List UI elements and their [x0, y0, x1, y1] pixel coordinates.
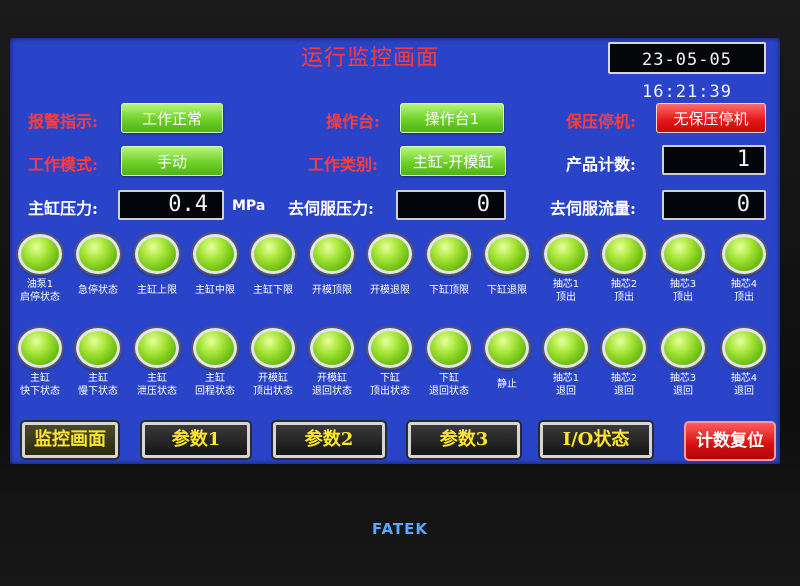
status-lamp	[602, 328, 646, 368]
status-lamp	[427, 328, 471, 368]
lamp-label: 静止	[497, 379, 517, 390]
alarm-label: 报警指示:	[28, 112, 98, 131]
hold-stop-label: 保压停机:	[566, 112, 636, 131]
status-lamp	[76, 234, 120, 274]
lamp-label: 抽芯4 退回	[730, 373, 758, 397]
param3-button[interactable]: 参数3	[408, 422, 520, 458]
lamp-label: 主缸下限	[253, 285, 293, 296]
lamp-label: 抽芯3 顶出	[669, 279, 697, 303]
lamp-label: 开模缸 退回状态	[312, 373, 352, 397]
servo-pressure-display: 0	[396, 190, 506, 220]
main-pressure-label: 主缸压力:	[28, 199, 98, 218]
lamp-label: 下缸 退回状态	[429, 373, 469, 397]
io-status-button[interactable]: I/O状态	[540, 422, 652, 458]
lamp-label: 开模顶限	[312, 285, 352, 296]
lamp-label: 抽芯4 顶出	[730, 279, 758, 303]
status-lamp	[310, 234, 354, 274]
lamp-label: 主缸 快下状态	[20, 373, 60, 397]
lamp-label: 下缸 顶出状态	[370, 373, 410, 397]
status-lamp	[722, 234, 766, 274]
product-count-display: 1	[662, 145, 766, 175]
mode-label: 工作模式:	[28, 155, 98, 174]
status-lamp	[76, 328, 120, 368]
param2-button[interactable]: 参数2	[273, 422, 385, 458]
status-lamp	[193, 328, 237, 368]
status-lamp	[135, 328, 179, 368]
status-lamp	[368, 234, 412, 274]
lamp-label: 主缸 慢下状态	[78, 373, 118, 397]
lamp-label: 抽芯1 退回	[552, 373, 580, 397]
lamp-label: 抽芯2 顶出	[610, 279, 638, 303]
status-lamp	[310, 328, 354, 368]
hold-stop-indicator: 无保压停机	[656, 103, 766, 133]
lamp-label: 抽芯1 顶出	[552, 279, 580, 303]
lamp-label: 主缸 泄压状态	[137, 373, 177, 397]
lamp-label: 抽芯2 退回	[610, 373, 638, 397]
lamp-label: 急停状态	[78, 285, 118, 296]
status-lamp	[485, 328, 529, 368]
servo-pressure-label: 去伺服压力:	[288, 199, 374, 218]
product-count-label: 产品计数:	[566, 155, 636, 174]
monitor-screen-button[interactable]: 监控画面	[22, 422, 118, 458]
lamp-label: 开模退限	[370, 285, 410, 296]
count-reset-button[interactable]: 计数复位	[684, 421, 776, 461]
status-lamp	[135, 234, 179, 274]
param1-button[interactable]: 参数1	[142, 422, 250, 458]
lamp-label: 主缸 回程状态	[195, 373, 235, 397]
alarm-status-indicator: 工作正常	[121, 103, 223, 133]
hmi-screen: 运行监控画面 23-05-05 16:21:39 报警指示: 工作正常 操作台:…	[10, 38, 780, 464]
brand-logo: FATEK	[371, 520, 429, 538]
console-label: 操作台:	[326, 112, 380, 131]
lamp-label: 下缸顶限	[429, 285, 469, 296]
status-lamp	[251, 328, 295, 368]
lamp-label: 油泵1 启停状态	[20, 279, 60, 303]
status-lamp	[18, 328, 62, 368]
status-lamp	[368, 328, 412, 368]
mode-button[interactable]: 手动	[121, 146, 223, 176]
lamp-label: 下缸退限	[487, 285, 527, 296]
lamp-label: 主缸中限	[195, 285, 235, 296]
page-title: 运行监控画面	[300, 46, 439, 71]
console-indicator: 操作台1	[400, 103, 504, 133]
status-lamp	[661, 328, 705, 368]
work-type-label: 工作类别:	[308, 155, 378, 174]
status-lamp	[251, 234, 295, 274]
status-lamp	[602, 234, 646, 274]
status-lamp	[722, 328, 766, 368]
servo-flow-label: 去伺服流量:	[550, 199, 636, 218]
main-pressure-unit: MPa	[232, 198, 266, 214]
status-lamp	[193, 234, 237, 274]
status-lamp	[544, 328, 588, 368]
status-lamp	[18, 234, 62, 274]
servo-flow-display: 0	[662, 190, 766, 220]
status-lamp	[427, 234, 471, 274]
lamp-label: 抽芯3 退回	[669, 373, 697, 397]
main-pressure-display: 0.4	[118, 190, 224, 220]
lamp-label: 开模缸 顶出状态	[253, 373, 293, 397]
clock-display: 23-05-05 16:21:39	[608, 42, 766, 102]
status-lamp	[485, 234, 529, 274]
lamp-label: 主缸上限	[137, 285, 177, 296]
work-type-button[interactable]: 主缸-开模缸	[400, 146, 506, 176]
status-lamp	[661, 234, 705, 274]
status-lamp	[544, 234, 588, 274]
